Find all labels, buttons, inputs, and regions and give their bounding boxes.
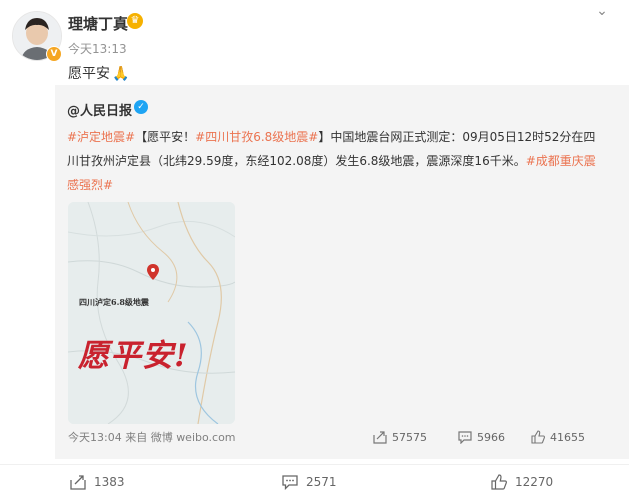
chevron-down-icon[interactable]: ⌄ <box>593 4 611 18</box>
comment-icon <box>458 431 472 444</box>
crown-icon: ♛ <box>127 13 143 29</box>
poster-title: 愿平安! <box>78 338 189 374</box>
like-count-stat[interactable]: 41655 <box>531 430 585 444</box>
share-icon <box>373 431 387 444</box>
repost-count-stat[interactable]: 57575 <box>373 430 427 444</box>
like-button-count: 12270 <box>515 475 554 489</box>
poster-image[interactable]: 四川泸定6.8级地震 愿平安! <box>68 202 235 424</box>
post-timestamp[interactable]: 今天13:13 <box>68 40 127 57</box>
original-username[interactable]: @人民日报 <box>67 100 132 119</box>
username[interactable]: 理塘丁真 <box>68 13 128 34</box>
verified-blue-icon: ✓ <box>134 100 148 114</box>
original-meta[interactable]: 今天13:04 来自 微博 weibo.com <box>68 429 236 445</box>
like-button[interactable]: 12270 <box>491 474 553 490</box>
comment-count: 5966 <box>477 430 505 444</box>
pray-icon: 🙏 <box>112 66 130 82</box>
poster-location-label: 四川泸定6.8级地震 <box>79 297 149 307</box>
verified-badge-icon: V <box>46 46 62 62</box>
repost-count: 57575 <box>392 430 427 444</box>
comment-icon <box>282 475 298 490</box>
comment-count-stat[interactable]: 5966 <box>458 430 505 444</box>
thumbs-up-icon <box>491 474 507 490</box>
comment-button[interactable]: 2571 <box>282 474 337 490</box>
post-text-content: 愿平安 <box>68 66 110 82</box>
share-icon <box>70 475 86 490</box>
thumbs-up-icon <box>531 430 545 444</box>
text-bracket: 【愿平安！ <box>135 130 196 144</box>
post-text: 愿平安 🙏 <box>68 63 129 83</box>
hashtag-luding-earthquake[interactable]: #泸定地震# <box>67 130 135 144</box>
repost-button[interactable]: 1383 <box>70 474 125 490</box>
original-text: #泸定地震#【愿平安！#四川甘孜6.8级地震#】中国地震台网正式测定：09月05… <box>67 125 607 197</box>
repost-button-count: 1383 <box>94 475 125 489</box>
like-count: 41655 <box>550 430 585 444</box>
divider <box>0 464 629 465</box>
hashtag-sichuan-earthquake[interactable]: #四川甘孜6.8级地震# <box>195 130 318 144</box>
comment-button-count: 2571 <box>306 475 337 489</box>
repost-card[interactable]: @人民日报 ✓ #泸定地震#【愿平安！#四川甘孜6.8级地震#】中国地震台网正式… <box>55 85 629 459</box>
